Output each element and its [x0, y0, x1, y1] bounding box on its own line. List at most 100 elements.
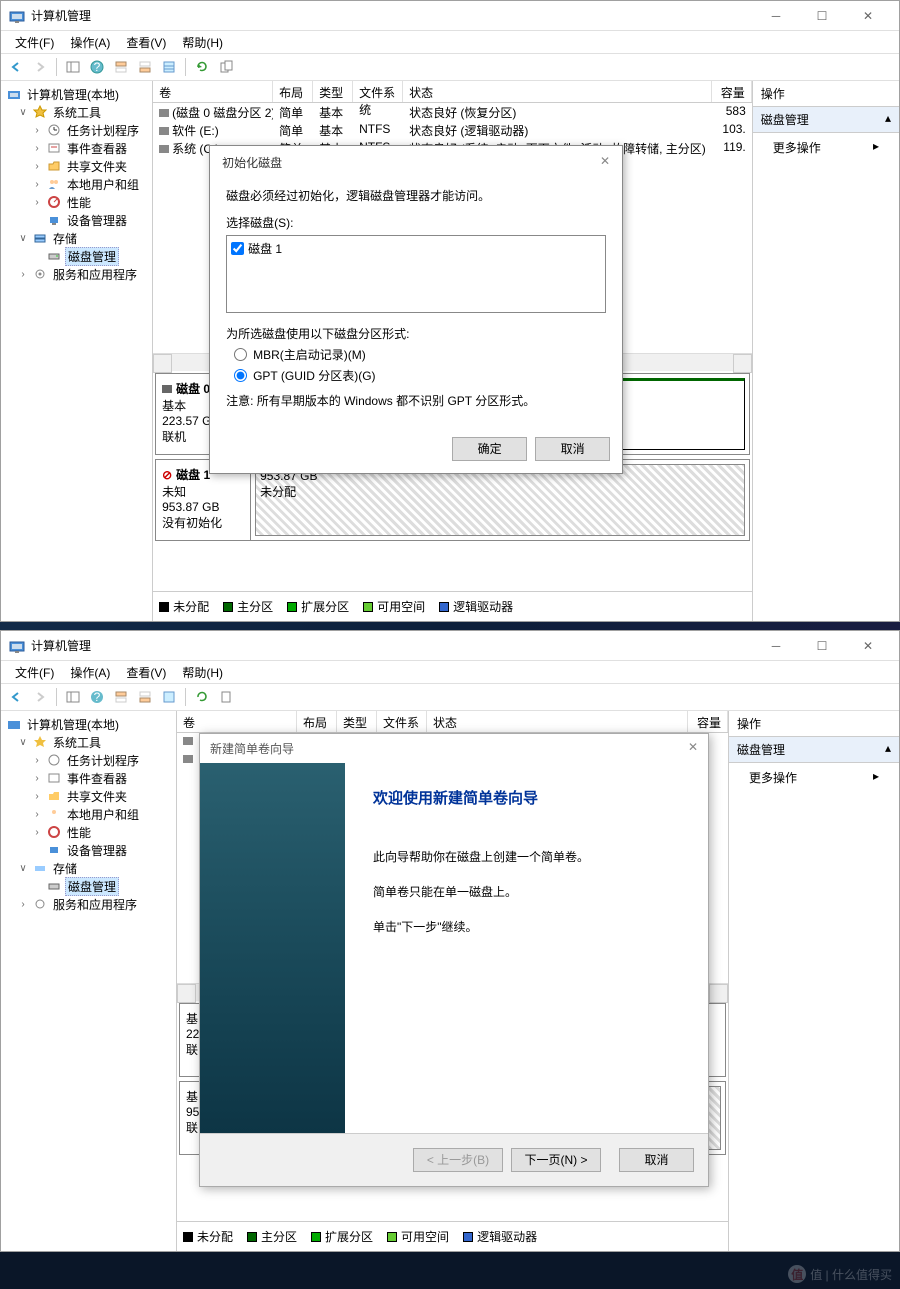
content-pane: 卷 布局 类型 文件系统 状态 容量 (磁盘 0 磁盘分区 2)简单基本状态良好… — [153, 81, 753, 621]
tree-eventvwr[interactable]: ›事件查看器 — [3, 139, 150, 157]
app-icon — [9, 638, 25, 654]
tree-diskmgmt[interactable]: 磁盘管理 — [3, 877, 174, 895]
close-button[interactable]: ✕ — [845, 1, 891, 31]
col-capacity[interactable]: 容量 — [712, 81, 752, 102]
refresh-button[interactable] — [191, 56, 213, 78]
col-fs[interactable]: 文件系统 — [353, 81, 403, 102]
col-layout[interactable]: 布局 — [273, 81, 313, 102]
view-list-button[interactable] — [158, 56, 180, 78]
menu-file[interactable]: 文件(F) — [7, 32, 62, 53]
tree-devmgr[interactable]: 设备管理器 — [3, 211, 150, 229]
toolbar: ? — [1, 683, 899, 711]
menu-help[interactable]: 帮助(H) — [174, 662, 231, 683]
minimize-button[interactable]: ─ — [753, 1, 799, 31]
more-actions[interactable]: 更多操作▸ — [729, 763, 899, 792]
properties-button[interactable] — [215, 686, 237, 708]
show-hide-tree-button[interactable] — [62, 56, 84, 78]
forward-button[interactable] — [29, 56, 51, 78]
actions-section[interactable]: 磁盘管理▴ — [753, 107, 899, 133]
wizard-text-1: 此向导帮助你在磁盘上创建一个简单卷。 — [373, 848, 680, 867]
maximize-button[interactable]: ☐ — [799, 1, 845, 31]
volume-row[interactable]: 软件 (E:)简单基本NTFS状态良好 (逻辑驱动器)103. — [153, 121, 752, 139]
tree-systools[interactable]: ∨系统工具 — [3, 733, 174, 751]
cancel-button[interactable]: 取消 — [535, 437, 610, 461]
disk-legend: 未分配 主分区 扩展分区 可用空间 逻辑驱动器 — [153, 591, 752, 621]
volume-list-header[interactable]: 卷 布局 类型 文件系统 状态 容量 — [153, 81, 752, 103]
wizard-close-button[interactable]: ✕ — [688, 740, 698, 757]
new-simple-volume-wizard: 新建简单卷向导✕ 欢迎使用新建简单卷向导 此向导帮助你在磁盘上创建一个简单卷。 … — [199, 733, 709, 1187]
cancel-button[interactable]: 取消 — [619, 1148, 694, 1172]
gpt-radio[interactable]: GPT (GUID 分区表)(G) — [234, 367, 606, 384]
tree-services[interactable]: ›服务和应用程序 — [3, 265, 150, 283]
gpt-note: 注意: 所有早期版本的 Windows 都不识别 GPT 分区形式。 — [226, 392, 606, 409]
tree-root[interactable]: 计算机管理(本地) — [3, 85, 150, 103]
tree-eventvwr[interactable]: ›事件查看器 — [3, 769, 174, 787]
partition-style-label: 为所选磁盘使用以下磁盘分区形式: — [226, 325, 606, 342]
back-button[interactable] — [5, 56, 27, 78]
help-button[interactable]: ? — [86, 686, 108, 708]
content-pane: 卷 布局 类型 文件系统 状态 容量 基22联 基95联 未分配 主分区 扩展分… — [177, 711, 729, 1251]
dialog-close-button[interactable]: ✕ — [600, 154, 610, 171]
volume-list-header[interactable]: 卷 布局 类型 文件系统 状态 容量 — [177, 711, 728, 733]
tree-shared[interactable]: ›共享文件夹 — [3, 787, 174, 805]
view-top-button[interactable] — [110, 686, 132, 708]
tree-storage[interactable]: ∨存储 — [3, 859, 174, 877]
view-top-button[interactable] — [110, 56, 132, 78]
view-list-button[interactable] — [158, 686, 180, 708]
col-type[interactable]: 类型 — [313, 81, 353, 102]
ok-button[interactable]: 确定 — [452, 437, 527, 461]
disk1-checkbox[interactable] — [231, 240, 244, 257]
tree-perf[interactable]: ›性能 — [3, 823, 174, 841]
disk-select-listbox[interactable]: 磁盘 1 — [226, 235, 606, 313]
tree-localusers[interactable]: ›本地用户和组 — [3, 805, 174, 823]
more-actions[interactable]: 更多操作▸ — [753, 133, 899, 162]
next-button[interactable]: 下一页(N) > — [511, 1148, 601, 1172]
tree-perf[interactable]: ›性能 — [3, 193, 150, 211]
close-button[interactable]: ✕ — [845, 631, 891, 661]
menubar: 文件(F) 操作(A) 查看(V) 帮助(H) — [1, 31, 899, 53]
show-hide-tree-button[interactable] — [62, 686, 84, 708]
refresh-button[interactable] — [191, 686, 213, 708]
tree-root[interactable]: 计算机管理(本地) — [3, 715, 174, 733]
properties-button[interactable] — [215, 56, 237, 78]
volume-row[interactable]: (磁盘 0 磁盘分区 2)简单基本状态良好 (恢复分区)583 — [153, 103, 752, 121]
menu-view[interactable]: 查看(V) — [118, 32, 174, 53]
computer-management-window-1: 计算机管理 ─ ☐ ✕ 文件(F) 操作(A) 查看(V) 帮助(H) ? 计算… — [0, 0, 900, 622]
forward-button[interactable] — [29, 686, 51, 708]
tree-systools[interactable]: ∨系统工具 — [3, 103, 150, 121]
minimize-button[interactable]: ─ — [753, 631, 799, 661]
view-bottom-button[interactable] — [134, 686, 156, 708]
tree-scheduler[interactable]: ›任务计划程序 — [3, 751, 174, 769]
tree-scheduler[interactable]: ›任务计划程序 — [3, 121, 150, 139]
maximize-button[interactable]: ☐ — [799, 631, 845, 661]
navigation-tree[interactable]: 计算机管理(本地) ∨系统工具 ›任务计划程序 ›事件查看器 ›共享文件夹 ›本… — [1, 711, 177, 1251]
mbr-radio[interactable]: MBR(主启动记录)(M) — [234, 346, 606, 363]
menubar: 文件(F) 操作(A) 查看(V) 帮助(H) — [1, 661, 899, 683]
col-status[interactable]: 状态 — [403, 81, 712, 102]
tree-diskmgmt[interactable]: 磁盘管理 — [3, 247, 150, 265]
menu-file[interactable]: 文件(F) — [7, 662, 62, 683]
disk1-unallocated[interactable]: 953.87 GB未分配 — [255, 464, 745, 536]
menu-view[interactable]: 查看(V) — [118, 662, 174, 683]
menu-action[interactable]: 操作(A) — [62, 662, 118, 683]
menu-help[interactable]: 帮助(H) — [174, 32, 231, 53]
tree-storage[interactable]: ∨存储 — [3, 229, 150, 247]
dialog-title: 初始化磁盘 — [222, 154, 282, 171]
titlebar[interactable]: 计算机管理 ─ ☐ ✕ — [1, 631, 899, 661]
warning-icon: ⊘ — [162, 468, 172, 482]
view-bottom-button[interactable] — [134, 56, 156, 78]
tree-devmgr[interactable]: 设备管理器 — [3, 841, 174, 859]
actions-pane: 操作 磁盘管理▴ 更多操作▸ — [729, 711, 899, 1251]
tree-services[interactable]: ›服务和应用程序 — [3, 895, 174, 913]
menu-action[interactable]: 操作(A) — [62, 32, 118, 53]
navigation-tree[interactable]: 计算机管理(本地) ∨系统工具 ›任务计划程序 ›事件查看器 ›共享文件夹 ›本… — [1, 81, 153, 621]
window-title: 计算机管理 — [31, 7, 753, 24]
tree-shared[interactable]: ›共享文件夹 — [3, 157, 150, 175]
tree-localusers[interactable]: ›本地用户和组 — [3, 175, 150, 193]
wizard-text-3: 单击"下一步"继续。 — [373, 918, 680, 937]
col-volume[interactable]: 卷 — [153, 81, 273, 102]
titlebar[interactable]: 计算机管理 ─ ☐ ✕ — [1, 1, 899, 31]
help-button[interactable]: ? — [86, 56, 108, 78]
actions-section[interactable]: 磁盘管理▴ — [729, 737, 899, 763]
back-button[interactable] — [5, 686, 27, 708]
